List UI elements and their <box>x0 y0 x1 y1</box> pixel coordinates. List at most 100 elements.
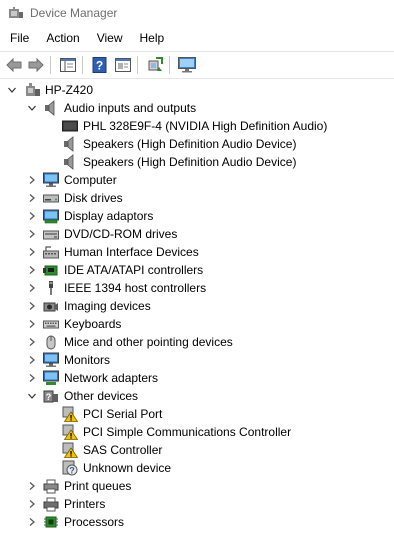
monitor-icon <box>178 57 196 73</box>
expand-chevron-icon[interactable] <box>26 300 38 312</box>
expand-chevron-icon[interactable] <box>26 192 38 204</box>
tree-node-imaging-devices[interactable]: Imaging devices <box>0 297 394 315</box>
scan-hardware-button[interactable] <box>145 55 165 75</box>
collapse-chevron-icon[interactable] <box>26 390 38 402</box>
tree-node-label: Imaging devices <box>64 299 151 313</box>
tree-node-phl-328e9f-4-nvidia-high-definition-audio[interactable]: PHL 328E9F-4 (NVIDIA High Definition Aud… <box>0 117 394 135</box>
hid-icon <box>43 244 59 260</box>
expand-chevron-icon[interactable] <box>26 336 38 348</box>
disk-drive-icon <box>43 190 59 206</box>
tree-node-human-interface-devices[interactable]: Human Interface Devices <box>0 243 394 261</box>
tree-node-label: Keyboards <box>64 317 122 331</box>
printer-icon <box>43 496 59 512</box>
tree-node-dvd-cd-rom-drives[interactable]: DVD/CD-ROM drives <box>0 225 394 243</box>
tree-node-label: IEEE 1394 host controllers <box>64 281 207 295</box>
expand-chevron-icon[interactable] <box>26 516 38 528</box>
show-hidden-icon <box>115 58 131 72</box>
warning-device-icon <box>62 442 78 458</box>
expand-chevron-icon[interactable] <box>26 210 38 222</box>
help-icon: ? <box>92 57 107 73</box>
tree-node-processors[interactable]: Processors <box>0 513 394 531</box>
speaker-icon <box>62 136 78 152</box>
expand-chevron-icon[interactable] <box>26 318 38 330</box>
tree-node-label: Disk drives <box>64 191 123 205</box>
device-manager-app-icon <box>9 7 23 18</box>
toolbar-separator <box>82 56 83 74</box>
tree-node-pci-serial-port[interactable]: PCI Serial Port <box>0 405 394 423</box>
tree-node-label: HP-Z420 <box>45 83 94 97</box>
tree-node-label: Display adaptors <box>64 209 154 223</box>
tree-node-sas-controller[interactable]: SAS Controller <box>0 441 394 459</box>
menu-action[interactable]: Action <box>36 31 86 45</box>
tree-node-speakers-high-definition-audio-device[interactable]: Speakers (High Definition Audio Device) <box>0 135 394 153</box>
tree-node-label: Human Interface Devices <box>64 245 199 259</box>
tree-node-label: Printers <box>64 497 106 511</box>
title-bar: Device Manager <box>0 0 394 26</box>
expand-chevron-icon[interactable] <box>26 174 38 186</box>
ide-controller-icon <box>43 262 59 278</box>
camera-icon <box>43 298 59 314</box>
expand-chevron-icon[interactable] <box>26 282 38 294</box>
tree-node-pci-simple-communications-controller[interactable]: PCI Simple Communications Controller <box>0 423 394 441</box>
show-hidden-button[interactable] <box>113 55 133 75</box>
tree-node-label: PHL 328E9F-4 (NVIDIA High Definition Aud… <box>83 119 328 133</box>
tree-node-label: Mice and other pointing devices <box>64 335 233 349</box>
menu-bar: File Action View Help <box>0 28 394 48</box>
tree-node-label: DVD/CD-ROM drives <box>64 227 178 241</box>
toolbar-separator <box>137 56 138 74</box>
warning-device-icon <box>62 424 78 440</box>
tree-node-monitors[interactable]: Monitors <box>0 351 394 369</box>
properties-pane-button[interactable] <box>58 55 78 75</box>
expand-chevron-icon[interactable] <box>26 480 38 492</box>
network-adapter-icon <box>43 370 59 386</box>
tree-node-hp-z420[interactable]: HP-Z420 <box>0 81 394 99</box>
tree-node-print-queues[interactable]: Print queues <box>0 477 394 495</box>
forward-button[interactable] <box>26 55 46 75</box>
menu-file[interactable]: File <box>0 31 36 45</box>
tree-node-ieee-1394-host-controllers[interactable]: IEEE 1394 host controllers <box>0 279 394 297</box>
window-title: Device Manager <box>30 6 118 20</box>
expand-chevron-icon[interactable] <box>26 264 38 276</box>
back-button[interactable] <box>4 55 24 75</box>
tree-node-label: Other devices <box>64 389 139 403</box>
tree-node-printers[interactable]: Printers <box>0 495 394 513</box>
display-adapter-icon <box>43 208 59 224</box>
tree-node-audio-inputs-and-outputs[interactable]: Audio inputs and outputs <box>0 99 394 117</box>
tree-node-keyboards[interactable]: Keyboards <box>0 315 394 333</box>
tree-node-label: Print queues <box>64 479 132 493</box>
tree-node-ide-ata-atapi-controllers[interactable]: IDE ATA/ATAPI controllers <box>0 261 394 279</box>
tree-node-display-adaptors[interactable]: Display adaptors <box>0 207 394 225</box>
help-button[interactable]: ? <box>90 55 110 75</box>
monitor-audio-icon <box>62 118 78 134</box>
tree-node-network-adapters[interactable]: Network adapters <box>0 369 394 387</box>
other-devices-icon: ? <box>43 388 59 404</box>
expand-chevron-icon[interactable] <box>26 246 38 258</box>
expand-chevron-icon[interactable] <box>26 498 38 510</box>
collapse-chevron-icon[interactable] <box>26 102 38 114</box>
toolbar-separator <box>169 56 170 74</box>
expand-chevron-icon[interactable] <box>26 372 38 384</box>
expand-chevron-icon[interactable] <box>26 228 38 240</box>
back-icon <box>6 58 22 72</box>
svg-text:?: ? <box>46 392 52 402</box>
processor-icon <box>43 514 59 530</box>
menu-view[interactable]: View <box>87 31 130 45</box>
tree-node-label: Unknown device <box>83 461 172 475</box>
tree-node-unknown-device[interactable]: ? Unknown device <box>0 459 394 477</box>
menu-help[interactable]: Help <box>130 31 172 45</box>
toolbar-separator <box>50 56 51 74</box>
tree-node-mice-and-other-pointing-devices[interactable]: Mice and other pointing devices <box>0 333 394 351</box>
monitor-icon <box>43 352 59 368</box>
tree-node-label: SAS Controller <box>83 443 163 457</box>
collapse-chevron-icon[interactable] <box>6 84 18 96</box>
tree-node-other-devices[interactable]: ? Other devices <box>0 387 394 405</box>
expand-chevron-icon[interactable] <box>26 354 38 366</box>
unknown-device-icon: ? <box>62 460 78 476</box>
tree-node-speakers-high-definition-audio-device[interactable]: Speakers (High Definition Audio Device) <box>0 153 394 171</box>
tree-node-computer[interactable]: Computer <box>0 171 394 189</box>
tree-node-disk-drives[interactable]: Disk drives <box>0 189 394 207</box>
computer-icon <box>43 172 59 188</box>
tree-node-label: IDE ATA/ATAPI controllers <box>64 263 204 277</box>
monitor-button[interactable] <box>177 55 197 75</box>
tree-node-label: PCI Simple Communications Controller <box>83 425 292 439</box>
